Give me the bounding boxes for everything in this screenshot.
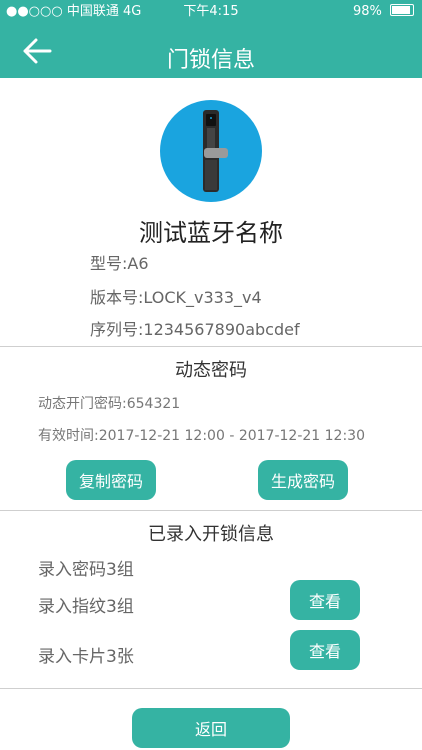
status-bar: ●●○○○ 中国联通 4G 下午4:15 98% xyxy=(0,0,422,24)
back-button[interactable]: 返回 xyxy=(132,708,290,748)
dynamic-password-validity: 有效时间:2017-12-21 12:00 - 2017-12-21 12:30 xyxy=(38,428,365,444)
divider xyxy=(0,510,422,511)
serial-text: 序列号:1234567890abcdef xyxy=(90,320,300,339)
battery-icon xyxy=(390,4,414,16)
door-lock-icon xyxy=(203,110,228,192)
view-fingerprints-button[interactable]: 查看 xyxy=(290,580,360,620)
copy-password-button[interactable]: 复制密码 xyxy=(66,460,156,500)
device-name: 测试蓝牙名称 xyxy=(139,219,283,247)
password-count-text: 录入密码3组 xyxy=(38,560,134,580)
generate-password-button[interactable]: 生成密码 xyxy=(258,460,348,500)
unlock-info-title: 已录入开锁信息 xyxy=(148,524,274,545)
model-text: 型号:A6 xyxy=(90,254,149,273)
dynamic-password-title: 动态密码 xyxy=(175,360,247,381)
version-text: 版本号:LOCK_v333_v4 xyxy=(90,288,262,307)
battery-status: 98% xyxy=(353,0,414,24)
dynamic-password-code: 动态开门密码:654321 xyxy=(38,396,181,412)
page-title: 门锁信息 xyxy=(166,48,255,73)
battery-percent: 98% xyxy=(352,4,382,19)
card-count-text: 录入卡片3张 xyxy=(38,647,134,667)
lock-device-image xyxy=(160,100,262,202)
divider xyxy=(0,688,422,689)
header-bar: ●●○○○ 中国联通 4G 下午4:15 98% 门锁信息 xyxy=(0,0,422,78)
fingerprint-count-text: 录入指纹3组 xyxy=(38,597,134,617)
divider xyxy=(0,346,422,347)
view-cards-button[interactable]: 查看 xyxy=(290,630,360,670)
